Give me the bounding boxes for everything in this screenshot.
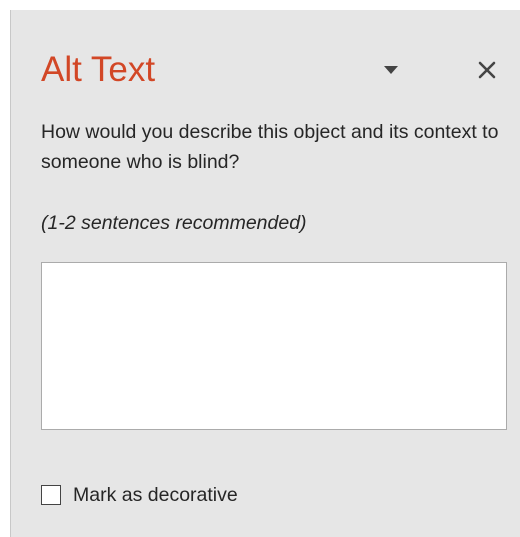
pane-options-button[interactable] <box>379 58 403 82</box>
pane-title: Alt Text <box>41 50 156 89</box>
sentence-hint: (1-2 sentences recommended) <box>41 212 307 234</box>
alt-text-pane: Alt Text How would you describe this obj… <box>10 10 520 537</box>
decorative-checkbox[interactable] <box>41 485 61 505</box>
decorative-label: Mark as decorative <box>73 483 238 506</box>
close-icon <box>478 61 496 79</box>
alt-text-description-input[interactable] <box>41 262 507 430</box>
description-prompt: How would you describe this object and i… <box>41 121 499 173</box>
close-button[interactable] <box>473 56 501 84</box>
mark-as-decorative-option[interactable]: Mark as decorative <box>41 483 238 507</box>
caret-down-icon <box>384 65 398 74</box>
